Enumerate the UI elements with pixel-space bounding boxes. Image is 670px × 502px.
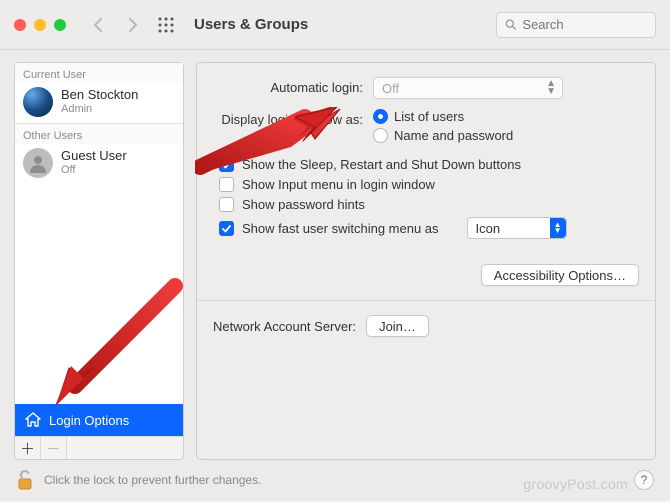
minimize-window-button[interactable] bbox=[34, 19, 46, 31]
lock-icon[interactable] bbox=[16, 469, 34, 491]
chk-sleep-label: Show the Sleep, Restart and Shut Down bu… bbox=[242, 157, 521, 172]
network-account-label: Network Account Server: bbox=[213, 319, 356, 334]
window-title: Users & Groups bbox=[194, 16, 486, 33]
login-options-button[interactable]: Login Options bbox=[15, 404, 183, 436]
checkbox-sleep-restart-shutdown[interactable]: Show the Sleep, Restart and Shut Down bu… bbox=[219, 157, 639, 172]
chk-hints-label: Show password hints bbox=[242, 197, 365, 212]
current-user-role: Admin bbox=[61, 103, 138, 116]
section-header-other: Other Users bbox=[15, 124, 183, 144]
checkbox-input-menu[interactable]: Show Input menu in login window bbox=[219, 177, 639, 192]
zoom-window-button[interactable] bbox=[54, 19, 66, 31]
checkbox-icon bbox=[219, 157, 234, 172]
search-input[interactable] bbox=[522, 17, 647, 32]
settings-panel: Automatic login: Off ▲▼ Display login wi… bbox=[196, 62, 656, 460]
close-window-button[interactable] bbox=[14, 19, 26, 31]
window-controls bbox=[14, 19, 66, 31]
back-button[interactable] bbox=[86, 13, 110, 37]
house-icon bbox=[25, 412, 41, 428]
section-header-current: Current User bbox=[15, 63, 183, 83]
radio-icon bbox=[373, 128, 388, 143]
checkbox-fast-user-switching[interactable]: Show fast user switching menu as Icon ▲▼ bbox=[219, 217, 639, 239]
remove-user-button: － bbox=[41, 437, 67, 459]
chk-input-label: Show Input menu in login window bbox=[242, 177, 435, 192]
radio-list-of-users[interactable]: List of users bbox=[373, 109, 639, 124]
fast-switch-select[interactable]: Icon ▲▼ bbox=[467, 217, 567, 239]
content-area: Current User Ben Stockton Admin Other Us… bbox=[0, 50, 670, 460]
chk-fastswitch-label: Show fast user switching menu as bbox=[242, 221, 439, 236]
display-login-label: Display login window as: bbox=[213, 109, 373, 127]
login-options-label: Login Options bbox=[49, 413, 129, 428]
auto-login-select[interactable]: Off ▲▼ bbox=[373, 77, 563, 99]
accessibility-options-button[interactable]: Accessibility Options… bbox=[481, 264, 639, 286]
checkbox-icon bbox=[219, 177, 234, 192]
sidebar-footer: ＋ － bbox=[15, 436, 183, 459]
auto-login-value: Off bbox=[382, 81, 399, 96]
join-label: Join… bbox=[379, 319, 416, 334]
users-sidebar: Current User Ben Stockton Admin Other Us… bbox=[14, 62, 184, 460]
search-field[interactable] bbox=[496, 12, 656, 38]
lock-text: Click the lock to prevent further change… bbox=[44, 473, 261, 487]
add-user-button[interactable]: ＋ bbox=[15, 437, 41, 459]
radio-icon bbox=[373, 109, 388, 124]
chevron-updown-icon: ▲▼ bbox=[546, 80, 556, 96]
search-icon bbox=[505, 18, 516, 31]
avatar-current-user bbox=[23, 87, 53, 117]
guest-user-status: Off bbox=[61, 164, 127, 177]
help-button[interactable]: ? bbox=[634, 470, 654, 490]
fast-switch-value: Icon bbox=[476, 221, 501, 236]
join-button[interactable]: Join… bbox=[366, 315, 429, 337]
checkbox-icon bbox=[219, 221, 234, 236]
chevron-updown-icon: ▲▼ bbox=[550, 218, 566, 238]
radio-namepw-label: Name and password bbox=[394, 128, 513, 143]
auto-login-label: Automatic login: bbox=[213, 77, 373, 95]
checkbox-password-hints[interactable]: Show password hints bbox=[219, 197, 639, 212]
show-all-prefs-button[interactable] bbox=[154, 13, 178, 37]
accessibility-label: Accessibility Options… bbox=[494, 268, 626, 283]
sidebar-user-current[interactable]: Ben Stockton Admin bbox=[15, 83, 183, 123]
forward-button[interactable] bbox=[120, 13, 144, 37]
radio-name-password[interactable]: Name and password bbox=[373, 128, 639, 143]
watermark: groovyPost.com bbox=[523, 476, 628, 492]
current-user-name: Ben Stockton bbox=[61, 88, 138, 103]
radio-list-label: List of users bbox=[394, 109, 464, 124]
checkbox-icon bbox=[219, 197, 234, 212]
avatar-guest-user bbox=[23, 148, 53, 178]
guest-user-name: Guest User bbox=[61, 149, 127, 164]
divider bbox=[197, 300, 655, 301]
sidebar-user-guest[interactable]: Guest User Off bbox=[15, 144, 183, 184]
titlebar: Users & Groups bbox=[0, 0, 670, 50]
